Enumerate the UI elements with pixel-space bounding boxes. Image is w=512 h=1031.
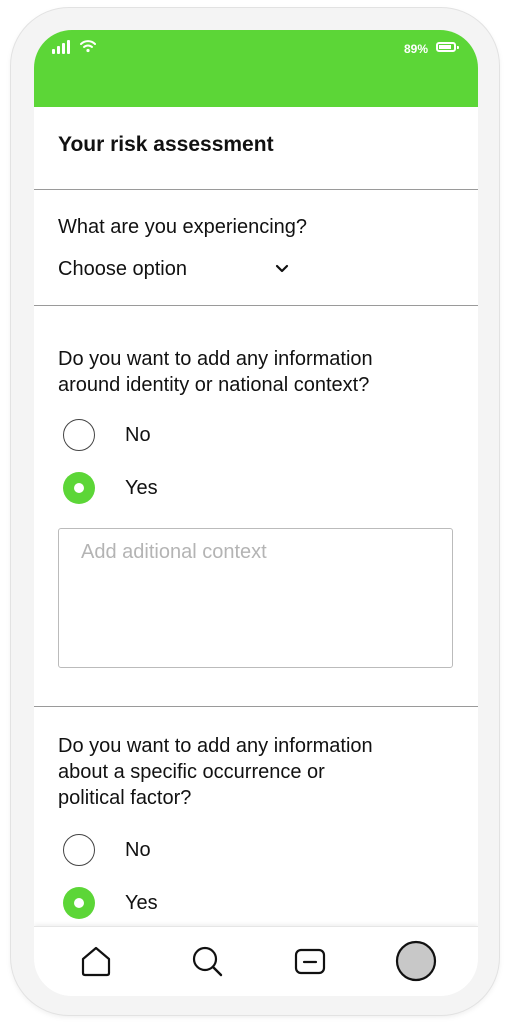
- signal-icon: [52, 40, 72, 54]
- experience-question-label: What are you experiencing?: [58, 216, 308, 238]
- nav-home[interactable]: [74, 939, 118, 983]
- identity-radio-no[interactable]: [63, 419, 95, 451]
- wifi-icon: [80, 40, 96, 53]
- nav-profile[interactable]: [394, 939, 438, 983]
- experience-select-value: Choose option: [58, 258, 187, 280]
- occurrence-question-label-line1: Do you want to add any information: [58, 735, 373, 757]
- identity-question-label-line2: around identity or national context?: [58, 374, 370, 396]
- battery-icon: [436, 42, 459, 52]
- occurrence-radio-yes-label: Yes: [125, 892, 158, 914]
- occurrence-question-label-line3: political factor?: [58, 787, 192, 809]
- page-title: Your risk assessment: [58, 133, 274, 156]
- search-icon: [192, 946, 223, 977]
- experience-select[interactable]: Choose option: [58, 256, 298, 282]
- context-textarea[interactable]: [58, 528, 453, 668]
- occurrence-radio-no[interactable]: [63, 834, 95, 866]
- message-icon: [294, 948, 326, 975]
- bottom-nav: [34, 926, 478, 996]
- identity-radio-no-label: No: [125, 424, 151, 446]
- phone-screen: 89% Your risk assessment What are you ex…: [34, 30, 478, 996]
- identity-question-label-line1: Do you want to add any information: [58, 348, 373, 370]
- profile-avatar: [395, 940, 437, 982]
- status-bar: 89%: [34, 30, 478, 107]
- identity-radio-yes-label: Yes: [125, 477, 158, 499]
- occurrence-radio-yes[interactable]: [63, 887, 95, 919]
- battery-percentage: 89%: [404, 42, 429, 56]
- occurrence-radio-no-label: No: [125, 839, 151, 861]
- divider: [34, 706, 478, 707]
- chevron-down-icon: [275, 264, 289, 273]
- divider: [34, 189, 478, 190]
- identity-radio-yes[interactable]: [63, 472, 95, 504]
- home-icon: [81, 946, 111, 977]
- nav-search[interactable]: [185, 939, 229, 983]
- occurrence-question-label-line2: about a specific occurrence or: [58, 761, 325, 783]
- divider: [34, 305, 478, 306]
- nav-messages[interactable]: [288, 939, 332, 983]
